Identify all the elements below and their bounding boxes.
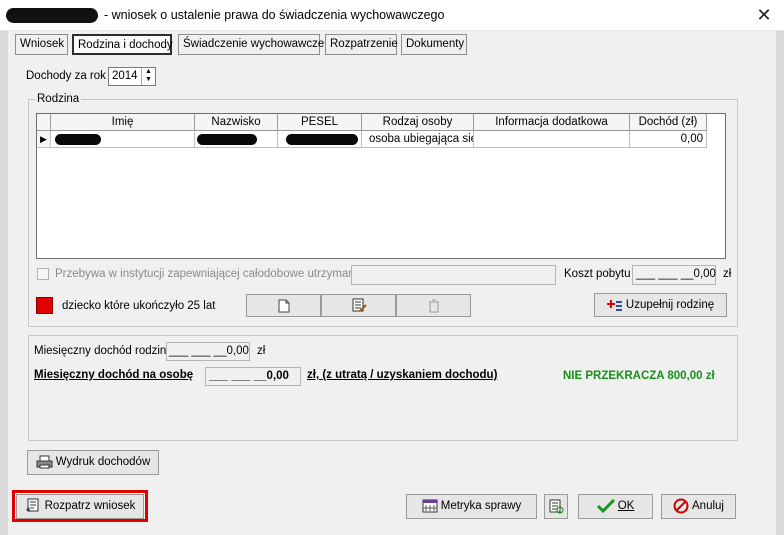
- column-header-rodzaj-osoby[interactable]: Rodzaj osoby: [362, 114, 474, 131]
- spin-arrows-icon[interactable]: ▲ ▼: [141, 68, 155, 85]
- edit-document-icon: [352, 298, 367, 312]
- per-person-income-field: ___ ___ __0,00: [205, 367, 301, 386]
- tab-wniosek[interactable]: Wniosek: [15, 34, 68, 55]
- family-income-field: ___ ___ __0,00: [166, 342, 250, 361]
- institution-field[interactable]: [351, 265, 556, 285]
- fill-family-label: Uzupełnij rodzinę: [625, 299, 715, 311]
- table-cell-rodzaj-osoby[interactable]: osoba ubiegająca się: [362, 131, 474, 148]
- column-header-dochod[interactable]: Dochód (zł): [630, 114, 707, 131]
- income-print-label: Wydruk dochodów: [55, 456, 151, 468]
- edit-person-button[interactable]: [321, 294, 396, 317]
- delete-person-button[interactable]: [396, 294, 471, 317]
- printer-icon: [36, 455, 53, 469]
- column-header-nazwisko[interactable]: Nazwisko: [195, 114, 278, 131]
- redacted-name: [6, 8, 98, 23]
- child-over-25-color-swatch: [36, 297, 53, 314]
- document-view-icon: [549, 499, 564, 514]
- column-header-informacja[interactable]: Informacja dodatkowa: [474, 114, 630, 131]
- income-year-label: Dochody za rok: [26, 70, 106, 82]
- table-cell-informacja[interactable]: [474, 131, 630, 148]
- tab-rodzina-i-dochody[interactable]: Rodzina i dochody: [72, 34, 173, 55]
- child-over-25-label: dziecko które ukończyło 25 lat: [62, 300, 216, 312]
- checkmark-icon: [596, 498, 615, 513]
- table-cell-nazwisko[interactable]: [195, 131, 278, 148]
- family-income-currency: zł: [257, 345, 266, 357]
- add-family-icon: [606, 299, 622, 311]
- ok-button[interactable]: OK: [578, 494, 653, 519]
- family-income-label: Miesięczny dochód rodziny: [34, 345, 173, 357]
- family-group-label: Rodzina: [35, 93, 82, 105]
- table-cell-dochod[interactable]: 0,00: [630, 131, 707, 148]
- close-icon[interactable]: ✕: [752, 4, 776, 26]
- cancel-icon: [673, 498, 689, 514]
- cost-currency: zł: [723, 268, 732, 280]
- title-bar: - wniosek o ustalenie prawa do świadczen…: [0, 0, 784, 31]
- window-title: - wniosek o ustalenie prawa do świadczen…: [104, 8, 445, 22]
- cancel-label: Anuluj: [692, 500, 724, 512]
- income-year-spinner[interactable]: 2014 ▲ ▼: [108, 67, 156, 86]
- highlight-frame: [12, 490, 148, 522]
- calendar-icon: [422, 499, 438, 513]
- cancel-button[interactable]: Anuluj: [661, 494, 736, 519]
- background-window-left: [0, 31, 8, 535]
- background-window-right: [776, 31, 784, 535]
- income-status: NIE PRZEKRACZA 800,00 zł: [563, 370, 715, 382]
- row-indicator-header: [37, 114, 51, 131]
- tab-dokumenty[interactable]: Dokumenty: [401, 34, 467, 55]
- column-header-imie[interactable]: Imię: [51, 114, 195, 131]
- income-print-button[interactable]: Wydruk dochodów: [27, 450, 159, 475]
- cost-label: Koszt pobytu: [564, 268, 631, 280]
- document-view-button[interactable]: [544, 494, 568, 519]
- income-year-value: 2014: [112, 70, 138, 82]
- redacted-first-name: [55, 134, 101, 145]
- add-person-button[interactable]: [246, 294, 321, 317]
- table-cell-pesel[interactable]: [278, 131, 362, 148]
- redacted-pesel: [286, 134, 358, 145]
- family-table[interactable]: Imię Nazwisko PESEL Rodzaj osoby Informa…: [36, 113, 726, 259]
- tab-swiadczenie-wychowawcze[interactable]: Świadczenie wychowawcze: [178, 34, 324, 55]
- cost-field[interactable]: ___ ___ __0,00: [632, 265, 716, 285]
- institution-label: Przebywa w instytucji zapewniającej cało…: [55, 268, 371, 280]
- fill-family-button[interactable]: Uzupełnij rodzinę: [594, 293, 727, 317]
- new-document-icon: [278, 299, 289, 313]
- per-person-income-suffix: zł, (z utratą / uzyskaniem dochodu): [307, 369, 498, 381]
- institution-checkbox[interactable]: [37, 268, 49, 280]
- redacted-last-name: [197, 134, 257, 145]
- ok-label: OK: [617, 500, 635, 512]
- column-header-pesel[interactable]: PESEL: [278, 114, 362, 131]
- case-metric-button[interactable]: Metryka sprawy: [406, 494, 537, 519]
- table-cell-imie[interactable]: [51, 131, 195, 148]
- row-pointer-icon: ▶: [37, 131, 51, 148]
- per-person-income-label: Miesięczny dochód na osobę: [34, 369, 194, 381]
- trash-icon: [428, 299, 439, 313]
- case-metric-label: Metryka sprawy: [440, 500, 522, 512]
- tab-rozpatrzenie[interactable]: Rozpatrzenie: [325, 34, 398, 55]
